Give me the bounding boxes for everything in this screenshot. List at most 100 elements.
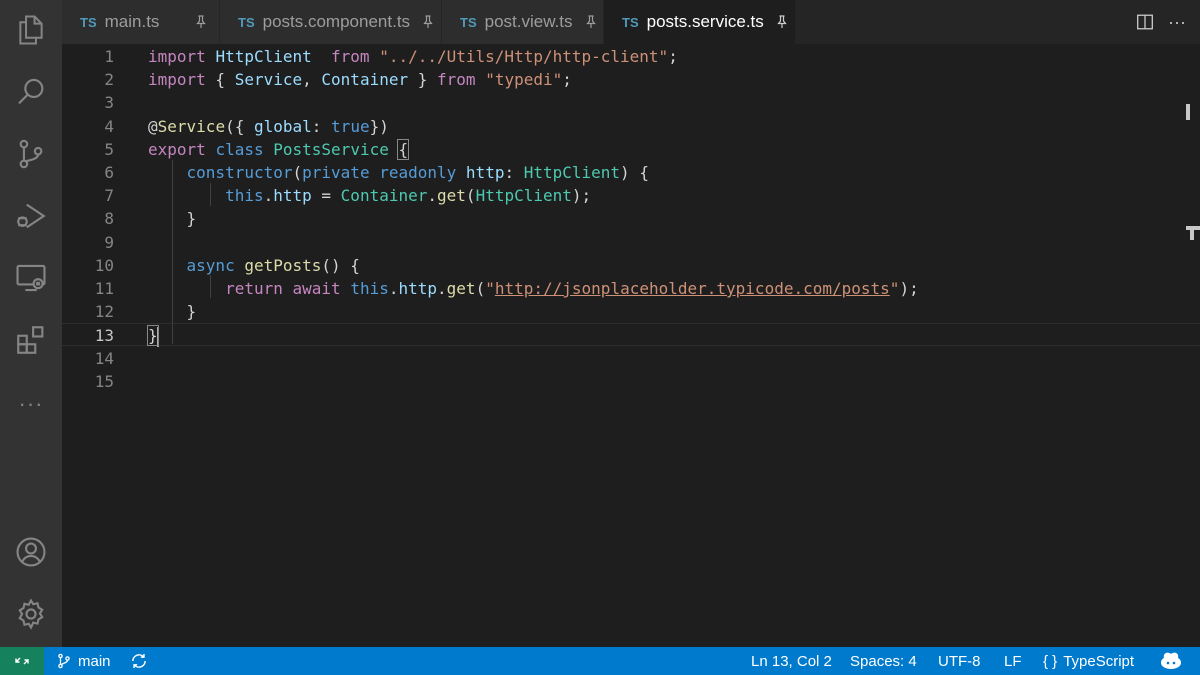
extensions-icon[interactable] [0,316,62,364]
code-line[interactable]: 10 async getPosts() { [62,254,1200,277]
code-token: readonly [379,163,457,182]
code-token: from [437,70,476,90]
editor-actions: ··· [1136,0,1200,44]
search-icon[interactable] [0,68,62,116]
end-of-line[interactable]: LF [1004,647,1022,675]
sync-icon[interactable] [130,647,148,675]
remote-indicator[interactable] [0,647,44,675]
code-token: = [311,186,341,206]
code-token: }) [369,116,389,136]
line-number: 8 [104,209,114,229]
code-token: : [311,116,332,136]
tab-post-view-ts[interactable]: TS post.view.ts [442,0,604,44]
code-text: } [148,300,197,323]
line-number: 2 [104,70,114,90]
code-token: get [446,279,476,298]
code-token: . [263,186,274,206]
code-line[interactable]: 4 @Service({ global: true}) [62,115,1200,138]
tab-posts-service-ts[interactable]: TS posts.service.ts [604,0,796,44]
code-line[interactable]: 6 constructor(private readonly http: Htt… [62,161,1200,184]
typescript-file-icon: TS [80,14,97,30]
code-line[interactable]: 9 [62,231,1200,254]
code-line[interactable]: 5 export class PostsService { [62,138,1200,161]
code-token: http [273,186,312,206]
code-token: ); [571,186,592,206]
code-token: { [205,70,235,90]
code-token: @ [148,116,158,136]
code-line[interactable]: 14 [62,347,1200,370]
branch-indicator[interactable]: main [56,647,111,675]
code-token: () { [321,255,360,275]
line-number: 9 [104,232,114,252]
code-token: ( [292,163,303,182]
pin-icon[interactable] [420,14,436,30]
code-line[interactable]: 15 [62,370,1200,393]
explorer-icon[interactable] [0,6,62,54]
run-debug-icon[interactable] [0,192,62,240]
code-line[interactable]: 13} [62,323,1200,347]
remote-explorer-icon[interactable] [0,254,62,302]
git-branch-icon [56,653,72,669]
code-line[interactable]: 3 [62,91,1200,114]
code-token: class [215,139,264,159]
code-token: } [186,302,197,322]
pin-icon[interactable] [583,14,599,30]
code-token: this [225,186,264,206]
line-number: 14 [94,348,114,368]
line-number: 6 [104,163,114,182]
more-icon[interactable]: ··· [0,380,62,428]
pin-icon[interactable] [774,14,790,30]
pin-icon[interactable] [193,14,209,30]
indentation[interactable]: Spaces: 4 [850,647,917,675]
code-editor[interactable]: 1 import HttpClient from "../../Utils/Htt… [62,44,1200,647]
status-bar: main Ln 13, Col 2 Spaces: 4 UTF-8 LF { }… [0,647,1200,675]
tab-main-ts[interactable]: TS main.ts [62,0,220,44]
code-token: } [186,209,197,229]
copilot-icon[interactable] [1160,647,1182,675]
code-token: " [485,279,495,298]
code-token: Container [321,70,409,90]
tab-posts-component-ts[interactable]: TS posts.component.ts [220,0,442,44]
code-line[interactable]: 12 } [62,300,1200,323]
cursor-position[interactable]: Ln 13, Col 2 [751,647,832,675]
more-actions-icon[interactable]: ··· [1168,13,1186,31]
code-token: async [186,255,235,275]
accounts-icon[interactable] [0,528,62,576]
code-line[interactable]: 1 import HttpClient from "../../Utils/Htt… [62,45,1200,68]
code-token: , [302,70,322,90]
code-line[interactable]: 11 return await this.http.get("http://js… [62,277,1200,300]
line-number: 15 [94,371,114,391]
settings-gear-icon[interactable] [0,590,62,638]
line-number: 11 [94,279,114,298]
code-token: global [253,116,312,136]
code-token: await [292,279,341,298]
branch-name: main [78,652,111,670]
language-mode[interactable]: { } TypeScript [1043,647,1134,675]
source-control-icon[interactable] [0,130,62,178]
split-editor-icon[interactable] [1136,13,1154,31]
code-text: import HttpClient from "../../Utils/Http… [148,45,678,68]
code-token: ( [475,279,486,298]
code-line[interactable]: 7 this.http = Container.get(HttpClient); [62,184,1200,207]
code-token: http://jsonplaceholder.typicode.com/post… [494,279,890,298]
code-text: this.http = Container.get(HttpClient); [148,184,591,207]
line-number: 3 [104,93,114,113]
code-text: } [148,207,197,230]
code-text: import { Service, Container } from "type… [148,68,572,91]
code-token: HttpClient [475,186,572,206]
code-token: getPosts [244,255,322,275]
code-line[interactable]: 8 } [62,207,1200,230]
code-line[interactable]: 2 import { Service, Container } from "typ… [62,68,1200,91]
code-token: constructor [186,163,293,182]
encoding[interactable]: UTF-8 [938,647,981,675]
code-token: import [148,47,206,66]
